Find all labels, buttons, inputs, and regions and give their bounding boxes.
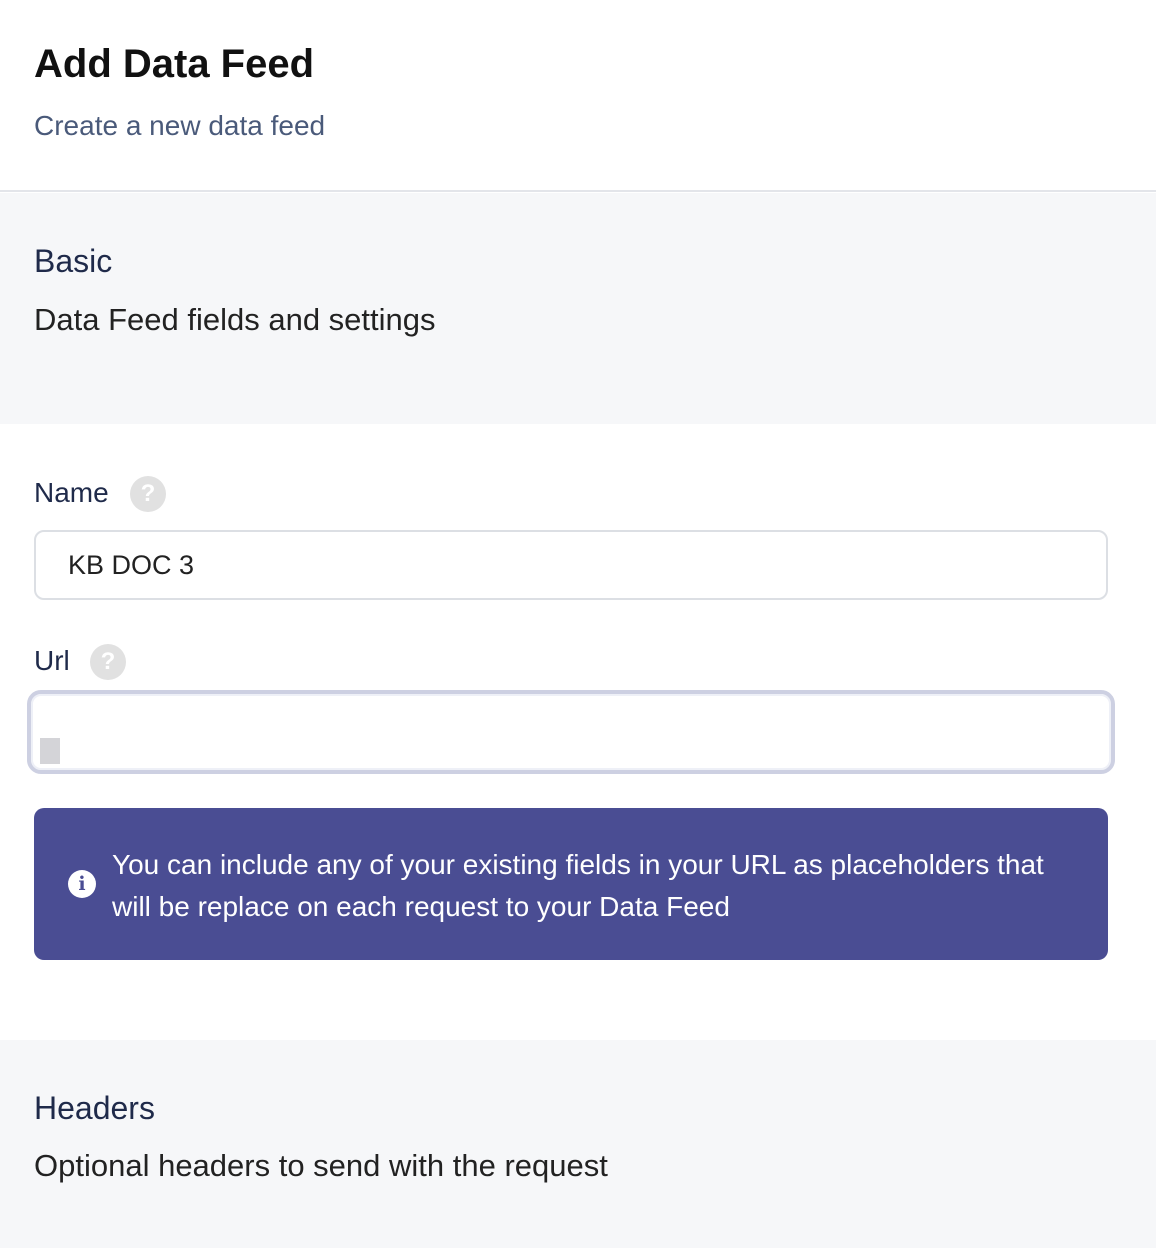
basic-section-description: Data Feed fields and settings xyxy=(34,302,436,337)
page-title: Add Data Feed xyxy=(34,42,315,86)
info-icon: i xyxy=(68,870,96,898)
url-help-icon[interactable]: ? xyxy=(90,644,126,680)
url-input-cursor xyxy=(40,738,60,764)
info-alert-text: You can include any of your existing fie… xyxy=(112,849,1044,922)
headers-section-description: Optional headers to send with the reques… xyxy=(34,1148,608,1183)
page-subtitle: Create a new data feed xyxy=(34,110,326,141)
url-label: Url xyxy=(34,645,70,676)
url-placeholder-info-alert: i You can include any of your existing f… xyxy=(34,808,1108,960)
headers-section-title: Headers xyxy=(34,1090,155,1126)
url-input[interactable] xyxy=(27,690,1115,774)
headers-section-header: Headers Optional headers to send with th… xyxy=(0,1040,1156,1248)
basic-section-title: Basic xyxy=(34,243,113,279)
name-input[interactable] xyxy=(34,530,1108,600)
page-header: Add Data Feed Create a new data feed xyxy=(0,0,1156,192)
name-help-icon[interactable]: ? xyxy=(130,476,166,512)
add-data-feed-page: Add Data Feed Create a new data feed Bas… xyxy=(0,0,1156,1248)
name-label: Name xyxy=(34,477,109,508)
